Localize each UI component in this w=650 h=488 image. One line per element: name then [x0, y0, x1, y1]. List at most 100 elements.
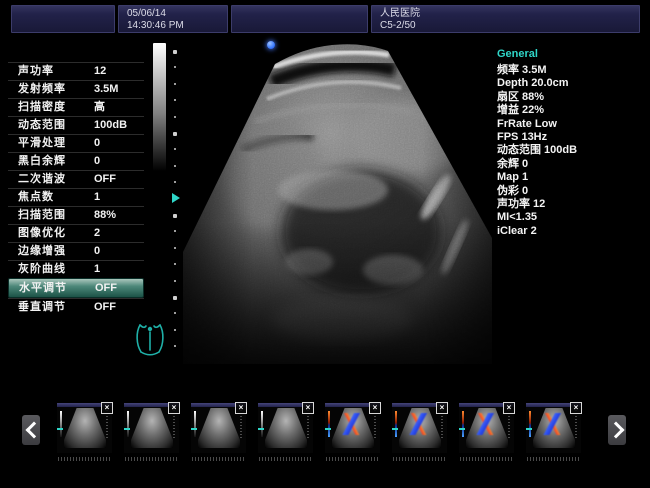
- time-text: 14:30:46 PM: [127, 20, 227, 32]
- param-row-harmonic[interactable]: 二次谐波 OFF: [8, 170, 144, 188]
- ultrasound-image[interactable]: [183, 42, 492, 366]
- info-acoustic-power: 声功率 12: [497, 198, 647, 211]
- focus-marker-icon[interactable]: [172, 193, 180, 203]
- param-label: 声功率: [18, 63, 54, 80]
- param-value: 100dB: [94, 117, 127, 134]
- parameter-panel: 声功率12 发射频率3.5M 扫描密度高 动态范围100dB 平滑处理0 黑白余…: [8, 62, 144, 316]
- depth-minor-tick: [174, 312, 176, 314]
- param-label: 平滑处理: [18, 135, 66, 152]
- depth-minor-tick: [174, 280, 176, 282]
- date-text: 05/06/14: [127, 8, 227, 20]
- titlebar-segment-hospital: 人民医院 C5-2/50: [371, 5, 640, 33]
- thumbnail[interactable]: ×: [57, 403, 112, 453]
- param-row-horizontal-adjust-selected[interactable]: 水平调节 OFF: [8, 278, 144, 298]
- param-value: 88%: [94, 207, 116, 224]
- param-value: 12: [94, 63, 106, 80]
- thumbnail-scale-bar: [60, 411, 62, 437]
- param-label: 图像优化: [18, 225, 66, 242]
- depth-minor-tick: [174, 116, 176, 118]
- info-persistence: 余辉 0: [497, 158, 647, 171]
- thumbnail-focus-marker-icon: [258, 428, 264, 430]
- depth-minor-tick: [174, 165, 176, 167]
- thumbnail[interactable]: ×: [258, 403, 313, 453]
- param-value: 2: [94, 225, 100, 242]
- titlebar-segment-datetime: 05/06/14 14:30:46 PM: [118, 5, 228, 33]
- thumbnail-focus-marker-icon: [392, 428, 398, 430]
- thumbnail[interactable]: ×: [526, 403, 581, 453]
- thumbnail-close-icon[interactable]: ×: [369, 402, 381, 414]
- thumbnail-text-column: [307, 410, 309, 438]
- thumbnail-caption: [393, 457, 445, 461]
- thumbnail-scale-bar: [462, 411, 464, 437]
- thumbnail-focus-marker-icon: [57, 428, 63, 430]
- thumbnail-close-icon[interactable]: ×: [168, 402, 180, 414]
- prev-thumbnails-button[interactable]: [22, 415, 40, 445]
- thumbnail-close-icon[interactable]: ×: [235, 402, 247, 414]
- depth-minor-tick: [174, 230, 176, 232]
- param-row-focus-count[interactable]: 焦点数1: [8, 188, 144, 206]
- thumbnail-focus-marker-icon: [526, 428, 532, 430]
- thumbnail-caption: [58, 457, 110, 461]
- titlebar-segment-logo: [11, 5, 115, 33]
- info-header: General: [497, 48, 647, 60]
- param-row-smoothing[interactable]: 平滑处理0: [8, 134, 144, 152]
- thumbnail-caption: [125, 457, 177, 461]
- thumbnail[interactable]: ×: [325, 403, 380, 453]
- param-row-image-optimize[interactable]: 图像优化 2: [8, 224, 144, 242]
- param-row-dynamic-range[interactable]: 动态范围100dB: [8, 116, 144, 134]
- thumbnail-caption: [259, 457, 311, 461]
- info-frequency: 频率 3.5M: [497, 64, 647, 77]
- thumbnail[interactable]: ×: [124, 403, 179, 453]
- thumbnail[interactable]: ×: [459, 403, 514, 453]
- param-row-scan-density[interactable]: 扫描密度高: [8, 98, 144, 116]
- param-value: OFF: [94, 299, 116, 316]
- thumbnail-scale-bar: [127, 411, 129, 437]
- param-row-scan-range[interactable]: 扫描范围 88%: [8, 206, 144, 224]
- image-info-panel: General 频率 3.5M Depth 20.0cm 扇区 88% 增益 2…: [497, 48, 647, 238]
- info-dynamic-range: 动态范围 100dB: [497, 144, 647, 157]
- thumbnail-close-icon[interactable]: ×: [101, 402, 113, 414]
- thumbnail-text-column: [106, 410, 108, 438]
- param-row-acoustic-power[interactable]: 声功率 12: [8, 62, 144, 80]
- depth-minor-tick: [174, 345, 176, 347]
- param-value: 3.5M: [94, 81, 118, 98]
- param-label: 边缘增强: [18, 243, 66, 260]
- param-row-tx-frequency[interactable]: 发射频率3.5M: [8, 80, 144, 98]
- depth-minor-tick: [174, 66, 176, 68]
- thumbnail[interactable]: ×: [191, 403, 246, 453]
- param-row-gray-curve[interactable]: 灰阶曲线1: [8, 260, 144, 278]
- thumbnail-text-column: [240, 410, 242, 438]
- thumbnail-close-icon[interactable]: ×: [302, 402, 314, 414]
- param-value: OFF: [95, 279, 117, 297]
- body-mark-icon[interactable]: [133, 320, 167, 358]
- thumbnail-caption: [326, 457, 378, 461]
- info-sector: 扇区 88%: [497, 91, 647, 104]
- thumbnail-scale-bar: [194, 411, 196, 437]
- param-row-edge-enhance[interactable]: 边缘增强0: [8, 242, 144, 260]
- depth-minor-tick: [174, 83, 176, 85]
- thumbnail-close-icon[interactable]: ×: [503, 402, 515, 414]
- next-thumbnails-button[interactable]: [608, 415, 626, 445]
- param-value: 1: [94, 189, 100, 206]
- depth-minor-tick: [174, 181, 176, 183]
- thumbnail-close-icon[interactable]: ×: [436, 402, 448, 414]
- param-label: 水平调节: [19, 279, 67, 297]
- param-label: 二次谐波: [18, 171, 66, 188]
- thumbnail-caption: [460, 457, 512, 461]
- info-iclear: iClear 2: [497, 225, 647, 238]
- param-row-bw-persistence[interactable]: 黑白余辉0: [8, 152, 144, 170]
- depth-minor-tick: [174, 247, 176, 249]
- param-value: OFF: [94, 171, 116, 188]
- thumbnail-image: [198, 408, 240, 448]
- hospital-name: 人民医院: [380, 8, 639, 20]
- thumbnail-scale-bar: [395, 411, 397, 437]
- param-label: 扫描范围: [18, 207, 66, 224]
- thumbnail-text-column: [441, 410, 443, 438]
- param-label: 灰阶曲线: [18, 261, 66, 278]
- depth-major-tick: [173, 296, 177, 300]
- thumbnail-text-column: [374, 410, 376, 438]
- thumbnail[interactable]: ×: [392, 403, 447, 453]
- thumbnail-text-column: [508, 410, 510, 438]
- param-row-vertical-adjust[interactable]: 垂直调节OFF: [8, 298, 144, 316]
- thumbnail-close-icon[interactable]: ×: [570, 402, 582, 414]
